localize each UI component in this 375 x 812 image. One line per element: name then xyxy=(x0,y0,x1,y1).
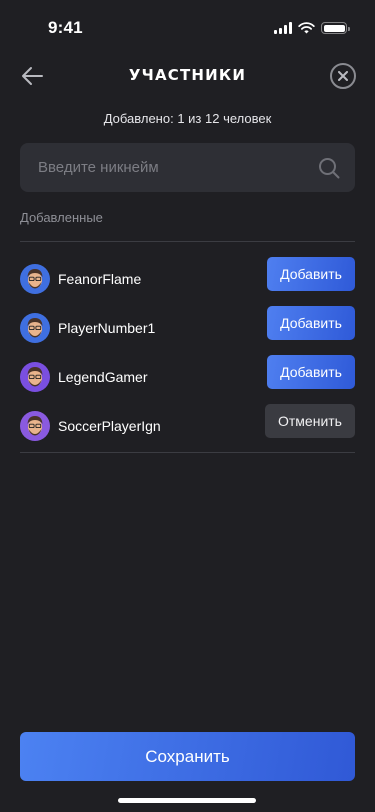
memoji-icon xyxy=(27,366,43,386)
close-icon xyxy=(338,71,348,81)
search-icon[interactable] xyxy=(318,157,340,179)
memoji-icon xyxy=(27,317,43,337)
list-item: LegendGamer Добавить xyxy=(20,352,355,401)
avatar xyxy=(20,410,50,441)
player-name: PlayerNumber1 xyxy=(58,319,156,336)
player-name: FeanorFlame xyxy=(58,270,142,287)
status-icons xyxy=(274,22,350,34)
divider xyxy=(20,241,355,242)
search-box xyxy=(20,143,355,192)
list-item: FeanorFlame Добавить xyxy=(20,254,355,303)
battery-icon xyxy=(321,22,350,34)
save-button[interactable]: Сохранить xyxy=(20,732,355,781)
memoji-icon xyxy=(27,268,43,288)
search-input[interactable] xyxy=(20,143,355,192)
cancel-player-button[interactable]: Отменить xyxy=(265,404,355,438)
add-player-button[interactable]: Добавить xyxy=(267,306,355,340)
home-indicator xyxy=(118,798,256,803)
add-player-button[interactable]: Добавить xyxy=(267,355,355,389)
participants-counter: Добавлено: 1 из 12 человек xyxy=(103,111,272,126)
player-name: SoccerPlayerIgn xyxy=(58,417,161,434)
page-title: УЧАСТНИКИ xyxy=(128,66,247,84)
section-label-added: Добавленные xyxy=(20,210,103,225)
player-list: FeanorFlame Добавить PlayerNumber1 Добав… xyxy=(20,254,355,450)
header: УЧАСТНИКИ xyxy=(0,56,375,96)
status-time: 9:41 xyxy=(48,18,83,37)
signal-icon xyxy=(274,22,292,34)
divider xyxy=(20,452,355,453)
memoji-icon xyxy=(27,415,43,435)
avatar xyxy=(20,312,50,343)
close-button[interactable] xyxy=(330,63,356,89)
player-name: LegendGamer xyxy=(58,368,148,385)
list-item: SoccerPlayerIgn Отменить xyxy=(20,401,355,450)
avatar xyxy=(20,263,50,294)
wifi-icon xyxy=(298,22,315,34)
status-bar: 9:41 xyxy=(0,0,375,54)
add-player-button[interactable]: Добавить xyxy=(267,257,355,291)
avatar xyxy=(20,361,50,392)
list-item: PlayerNumber1 Добавить xyxy=(20,303,355,352)
